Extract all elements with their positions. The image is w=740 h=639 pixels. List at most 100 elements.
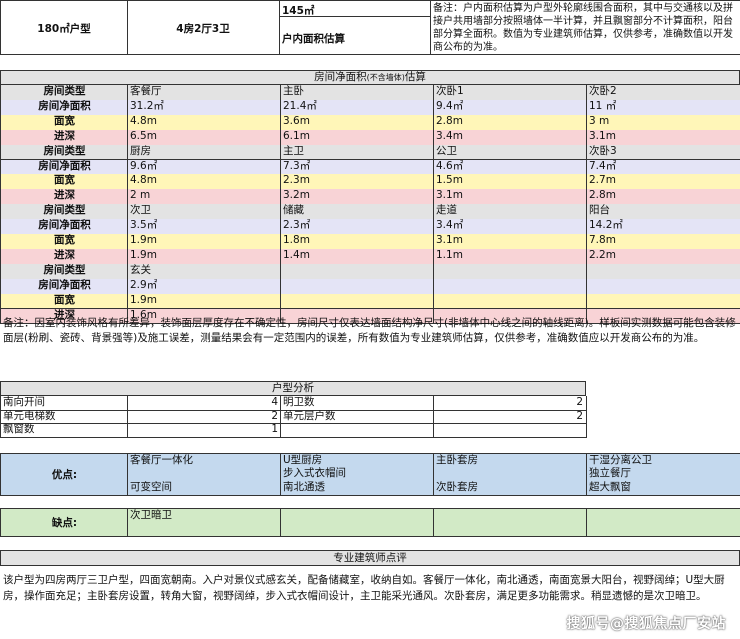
analysis-value: 1 (127, 423, 281, 438)
room-width-cell: 2.7m (586, 174, 740, 191)
room-note: 备注：因室内装饰风格有所差异，装饰面层厚度存在不确定性，房间尺寸仅表达墙面结构净… (3, 317, 736, 344)
header-remark-cell: 备注：户内面积估算为户型外轮廓线围合面积，其中与交通核以及拼接户共用墙部分按照墙… (430, 0, 740, 55)
room-type-cell: 次卧2 (586, 85, 740, 101)
row-label-room-type: 房间类型 (0, 144, 128, 161)
pros-item (433, 467, 587, 482)
room-width-cell: 7.8m (586, 234, 740, 250)
room-depth-cell: 6.1m (280, 129, 435, 146)
analysis-value: 2 (127, 409, 281, 424)
room-area-cell: 14.2㎡ (586, 219, 740, 235)
watermark: 搜狐号@搜狐焦点厂安站 (566, 616, 726, 632)
room-type-cell: 公卫 (433, 144, 588, 161)
cons-item (433, 522, 587, 537)
review-text: 该户型为四房两厅三卫户型，四面宽朝南。入户对景仪式感玄关，配备储藏室，收纳自如。… (3, 574, 725, 602)
room-depth-cell: 2.2m (586, 248, 740, 265)
review-title: 专业建筑师点评 (0, 550, 740, 566)
room-type-cell: 阳台 (586, 204, 740, 221)
row-label-room-width: 面宽 (0, 114, 128, 131)
unit-type-cell: 180㎡户型 (0, 0, 128, 55)
room-width-cell (433, 293, 588, 310)
pros-item: 超大飘窗 (586, 481, 740, 496)
room-area-cell: 2.9㎡ (127, 278, 282, 295)
room-area-cell: 3.5㎡ (127, 219, 282, 235)
room-depth-cell: 3.4m (433, 129, 588, 146)
row-label-room-depth: 进深 (0, 129, 128, 146)
analysis-label (280, 423, 434, 438)
row-label-room-area: 房间净面积 (0, 99, 128, 116)
pros-item: 可变空间 (127, 481, 281, 496)
room-type-cell (433, 263, 588, 280)
room-type-cell (586, 263, 740, 280)
room-width-cell (586, 293, 740, 310)
room-area-cell: 9.6㎡ (127, 159, 282, 176)
analysis-label: 南向开间 (0, 396, 128, 411)
cons-item (280, 508, 434, 523)
room-area-cell (586, 278, 740, 295)
row-label-room-area: 房间净面积 (0, 278, 128, 295)
row-label-room-type: 房间类型 (0, 204, 128, 221)
analysis-value (433, 423, 587, 438)
cons-item (280, 522, 434, 537)
room-section-title: 房间净面积(不含墙体)估算 (0, 70, 740, 85)
room-area-cell: 31.2㎡ (127, 99, 282, 116)
cons-item: 次卫暗卫 (127, 508, 281, 523)
analysis-title: 户型分析 (0, 381, 586, 396)
row-label-room-depth: 进深 (0, 189, 128, 206)
pros-item: 客餐厅一体化 (127, 453, 281, 468)
room-depth-cell: 3.2m (280, 189, 435, 206)
pros-label: 优点: (0, 453, 128, 496)
room-width-cell (280, 293, 435, 310)
layout-cell: 4房2厅3卫 (127, 0, 280, 55)
analysis-label: 单元层户数 (280, 409, 434, 424)
room-width-cell: 3.6m (280, 114, 435, 131)
analysis-label: 单元电梯数 (0, 409, 128, 424)
row-label-room-depth: 进深 (0, 248, 128, 265)
analysis-value: 2 (433, 409, 587, 424)
analysis-value: 4 (127, 396, 281, 411)
room-type-cell: 客餐厅 (127, 85, 282, 101)
room-width-cell: 1.9m (127, 234, 282, 250)
analysis-label: 飘窗数 (0, 423, 128, 438)
analysis-label: 明卫数 (280, 396, 434, 411)
cons-item (433, 508, 587, 523)
room-area-cell: 11 ㎡ (586, 99, 740, 116)
room-type-cell: 走道 (433, 204, 588, 221)
room-width-cell: 1.8m (280, 234, 435, 250)
row-label-room-type: 房间类型 (0, 263, 128, 280)
room-width-cell: 1.9m (127, 293, 282, 310)
cons-item (586, 522, 740, 537)
room-area-cell: 21.4㎡ (280, 99, 435, 116)
layout: 4房2厅3卫 (176, 23, 230, 35)
room-type-cell: 次卧1 (433, 85, 588, 101)
row-label-room-area: 房间净面积 (0, 159, 128, 176)
area-cell: 145㎡ 户内面积估算 (279, 0, 431, 55)
room-area-cell (433, 278, 588, 295)
analysis-value: 2 (433, 396, 587, 411)
room-type-cell: 玄关 (127, 263, 282, 280)
room-depth-cell: 3.1m (586, 129, 740, 146)
room-width-cell: 2.8m (433, 114, 588, 131)
room-depth-cell: 3.1m (433, 189, 588, 206)
row-label-room-area: 房间净面积 (0, 219, 128, 235)
room-type-cell: 主卫 (280, 144, 435, 161)
room-type-cell (280, 263, 435, 280)
room-type-cell: 次卫 (127, 204, 282, 221)
room-area-cell: 4.6㎡ (433, 159, 588, 176)
room-width-cell: 4.8m (127, 114, 282, 131)
room-type-cell: 次卧3 (586, 144, 740, 161)
cons-item (127, 522, 281, 537)
room-type-cell: 储藏 (280, 204, 435, 221)
room-area-cell (280, 278, 435, 295)
room-area-cell: 7.3㎡ (280, 159, 435, 176)
room-area-cell: 9.4㎡ (433, 99, 588, 116)
area-label: 户内面积估算 (282, 33, 345, 45)
room-depth-cell: 6.5m (127, 129, 282, 146)
room-depth-cell: 2 m (127, 189, 282, 206)
row-label-room-width: 面宽 (0, 293, 128, 310)
room-title-main: 房间净面积 (314, 71, 367, 83)
unit-type: 180㎡户型 (37, 23, 91, 35)
room-area-cell: 2.3㎡ (280, 219, 435, 235)
room-depth-cell: 1.1m (433, 248, 588, 265)
pros-item: 干湿分离公卫 (586, 453, 740, 468)
room-width-cell: 1.5m (433, 174, 588, 191)
